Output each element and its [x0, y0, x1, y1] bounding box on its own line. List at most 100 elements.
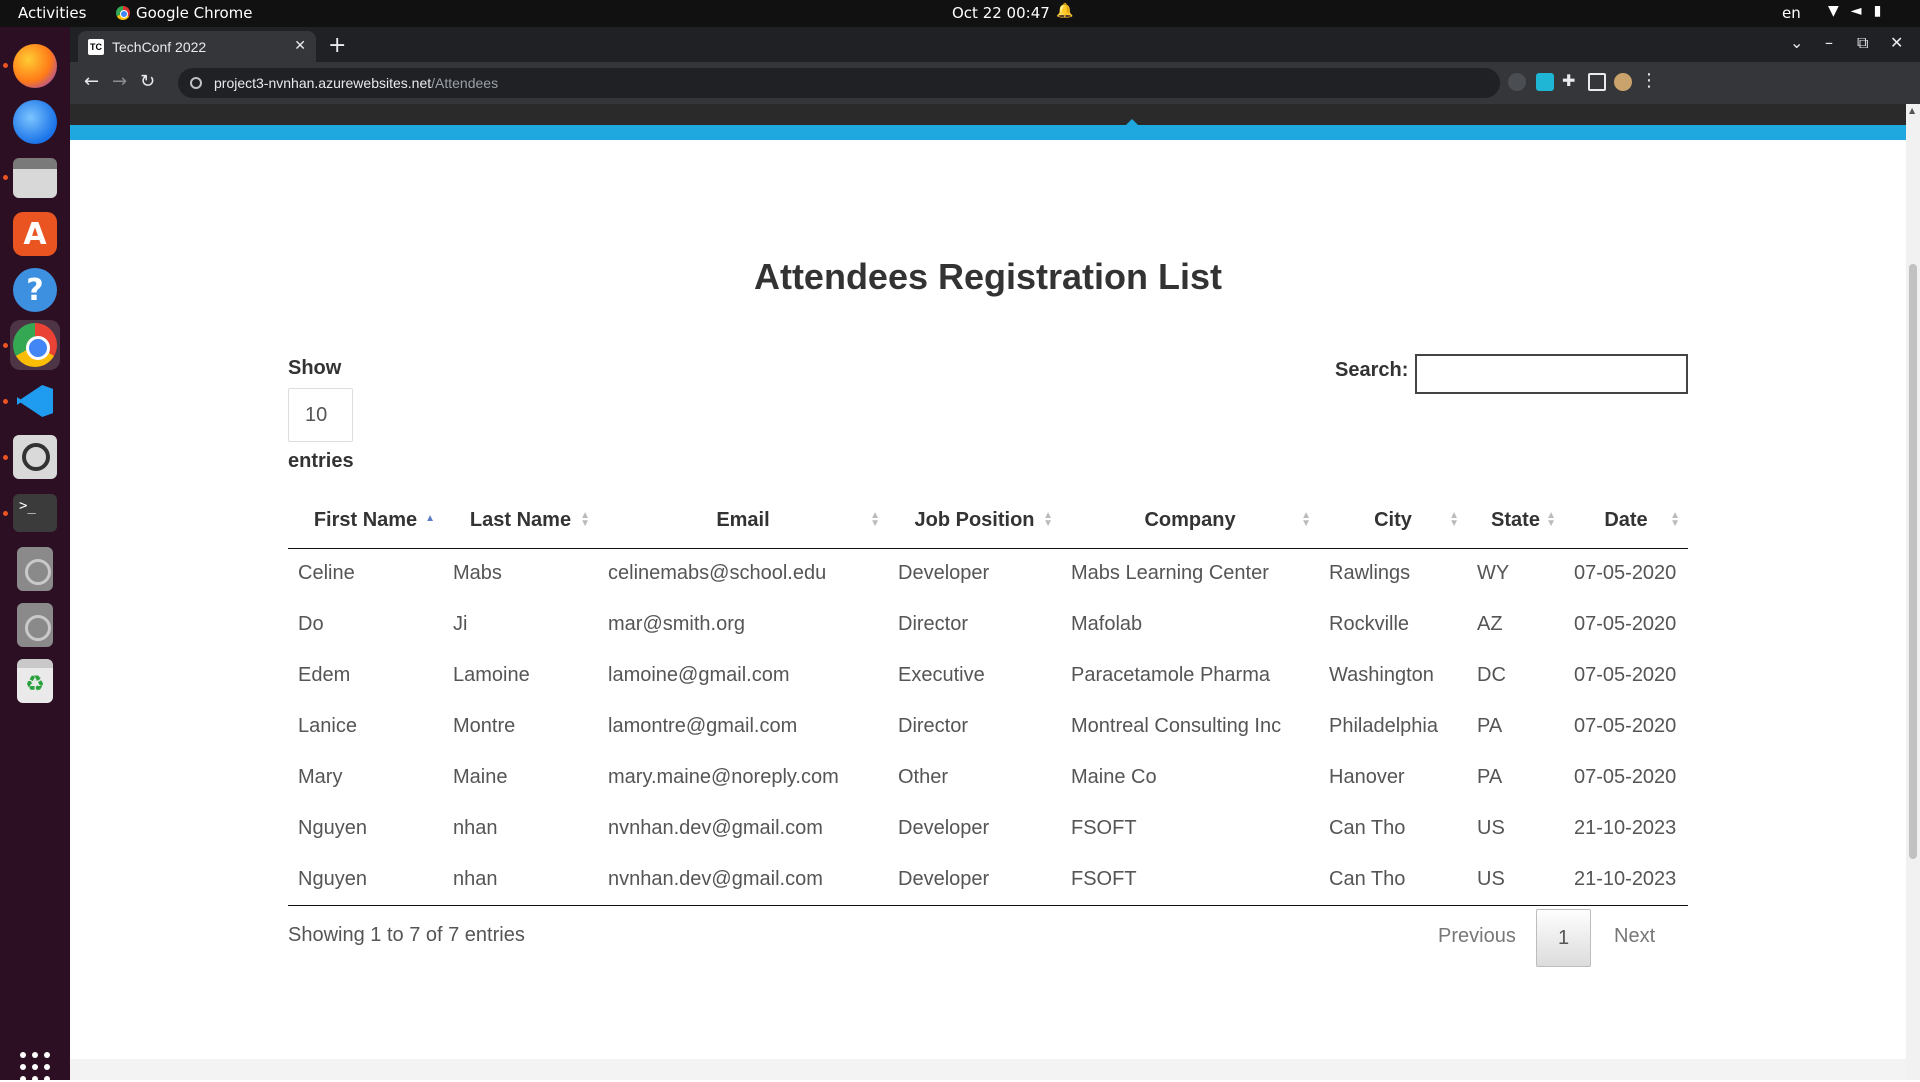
column-header-job-position[interactable]: Job Position ▲ ▼: [888, 493, 1061, 549]
first-name-cell: Celine: [298, 562, 355, 585]
state-cell: WY: [1477, 562, 1510, 585]
tab-search-icon[interactable]: ⌄: [1790, 33, 1803, 52]
nav-active-caret: [1125, 119, 1139, 126]
scroll-up-icon[interactable]: ▲: [1909, 106, 1915, 115]
forward-icon[interactable]: →: [112, 71, 127, 92]
back-icon[interactable]: ←: [84, 71, 99, 92]
files-launcher[interactable]: [10, 153, 60, 203]
system-menu[interactable]: ▼ ◄ ▮: [1828, 3, 1881, 19]
trash-launcher[interactable]: ♻: [10, 656, 60, 706]
running-indicator: [3, 63, 8, 68]
page-number-button[interactable]: 1: [1536, 909, 1591, 967]
app-menu[interactable]: Google Chrome: [116, 4, 253, 22]
sort-icon: ▲ ▼: [1670, 510, 1680, 529]
dock: A ? >_ ♻: [0, 27, 70, 1082]
search-tool-launcher[interactable]: [10, 432, 60, 482]
new-tab-button[interactable]: +: [328, 33, 346, 58]
job-position-cell: Executive: [898, 664, 985, 686]
disk-launcher[interactable]: [10, 600, 60, 650]
next-page-button[interactable]: Next: [1614, 925, 1655, 948]
date-cell: 07-05-2020: [1574, 562, 1677, 585]
date-cell: 07-05-2020: [1574, 613, 1677, 635]
profile-avatar[interactable]: [1614, 73, 1632, 91]
site-info-icon[interactable]: [190, 77, 202, 89]
email-cell: mary.maine@noreply.com: [608, 766, 839, 788]
company-cell: Montreal Consulting Inc: [1071, 715, 1282, 737]
table-info: Showing 1 to 7 of 7 entries: [288, 924, 525, 946]
last-name-cell: Lamoine: [453, 664, 530, 686]
terminal-launcher[interactable]: >_: [10, 488, 60, 538]
close-tab-icon[interactable]: ✕: [294, 37, 306, 54]
column-header-last-name[interactable]: Last Name ▲ ▼: [443, 493, 598, 549]
page-scrollbar[interactable]: ▲: [1906, 104, 1920, 1080]
sort-icon: ▲ ▼: [1301, 510, 1311, 529]
job-position-cell: Other: [898, 766, 949, 788]
side-panel-icon[interactable]: [1588, 73, 1606, 91]
state-cell: US: [1477, 817, 1505, 839]
job-position-cell: Director: [898, 715, 969, 737]
length-suffix: entries: [288, 450, 354, 472]
show-apps-icon[interactable]: [20, 1052, 50, 1082]
last-name-cell: Montre: [453, 715, 516, 737]
chrome-launcher[interactable]: [10, 320, 60, 370]
browser-menu-icon[interactable]: ⋮: [1640, 70, 1658, 91]
tab-title: TechConf 2022: [112, 38, 207, 55]
help-icon: ?: [13, 268, 57, 312]
activities-button[interactable]: Activities: [18, 4, 86, 22]
site-navbar: [70, 104, 1906, 125]
disk-launcher[interactable]: [10, 544, 60, 594]
help-launcher[interactable]: ?: [10, 265, 60, 315]
browser-window: TC TechConf 2022 ✕ + ⌄ – ⧉ ✕ ← → ↻ proje…: [70, 27, 1920, 1080]
last-name-cell: nhan: [453, 817, 498, 839]
url-path: /Attendees: [431, 75, 499, 91]
job-position-cell: Developer: [888, 854, 1061, 906]
company-cell: Maine Co: [1071, 766, 1157, 788]
input-language[interactable]: en: [1782, 4, 1801, 22]
firefox-icon: [13, 44, 57, 88]
table-row: Nguyen nhan nvnhan.dev@gmail.com Developer F…: [288, 854, 1688, 906]
scrollbar-thumb[interactable]: [1909, 264, 1917, 859]
column-header-company[interactable]: Company ▲ ▼: [1061, 493, 1319, 549]
column-header-first-name[interactable]: First Name ▲: [288, 493, 443, 549]
table-row: Lanice Montre lamontre@gmail.com Director Mo…: [288, 701, 1688, 752]
clock[interactable]: Oct 22 00:47: [952, 4, 1050, 22]
city-cell: Can Tho: [1329, 817, 1406, 839]
firefox-launcher[interactable]: [10, 41, 60, 91]
thunderbird-launcher[interactable]: [10, 97, 60, 147]
notification-bell-icon[interactable]: 🔔: [1056, 3, 1073, 19]
browser-tab[interactable]: TC TechConf 2022 ✕: [78, 31, 316, 62]
extension-icon[interactable]: [1508, 73, 1526, 91]
email-cell: nvnhan.dev@gmail.com: [598, 854, 888, 906]
disk-icon: [17, 603, 53, 647]
minimize-icon[interactable]: –: [1825, 33, 1833, 52]
reload-icon[interactable]: ↻: [140, 71, 155, 92]
site-accent-bar: [70, 125, 1906, 140]
files-icon: [13, 158, 57, 198]
company-cell: FSOFT: [1061, 854, 1319, 906]
previous-page-button[interactable]: Previous: [1438, 925, 1516, 948]
attendees-table: First Name ▲ Last Name ▲ ▼ Email ▲ ▼ Job Posi…: [288, 493, 1688, 906]
running-indicator: [3, 455, 8, 460]
column-header-date[interactable]: Date ▲ ▼: [1564, 493, 1688, 549]
entries-length-select[interactable]: 10: [288, 388, 353, 442]
address-bar[interactable]: project3-nvnhan.azurewebsites.net/Attend…: [178, 68, 1500, 98]
column-header-city[interactable]: City ▲ ▼: [1319, 493, 1467, 549]
restore-icon[interactable]: ⧉: [1857, 33, 1868, 53]
city-cell: Can Tho: [1319, 854, 1467, 906]
app-center-launcher[interactable]: A: [10, 209, 60, 259]
column-header-email[interactable]: Email ▲ ▼: [598, 493, 888, 549]
sort-ascending-icon: ▲: [425, 513, 435, 524]
column-header-state[interactable]: State ▲ ▼: [1467, 493, 1564, 549]
extension-icon[interactable]: [1536, 73, 1554, 91]
vscode-launcher[interactable]: [10, 376, 60, 426]
search-input[interactable]: [1415, 354, 1688, 394]
search-label: Search:: [1335, 359, 1409, 381]
close-window-icon[interactable]: ✕: [1890, 33, 1903, 52]
extensions-puzzle-icon[interactable]: ✚: [1562, 71, 1580, 90]
city-cell: Washington: [1329, 664, 1434, 686]
first-name-cell: Do: [298, 613, 324, 635]
page-title: Attendees Registration List: [753, 256, 1223, 297]
email-cell: celinemabs@school.edu: [608, 562, 827, 585]
disk-icon: [17, 547, 53, 591]
job-position-cell: Developer: [898, 562, 990, 585]
